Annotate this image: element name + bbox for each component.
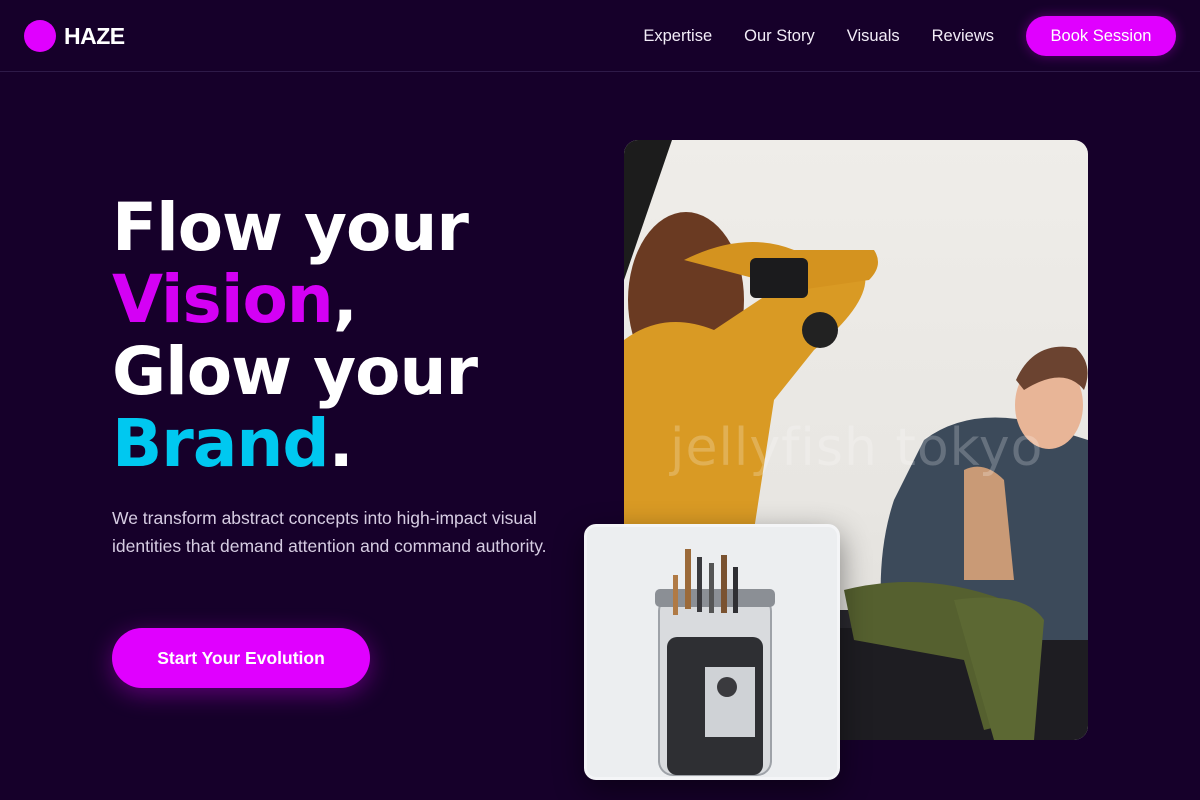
book-session-button[interactable]: Book Session xyxy=(1026,16,1176,56)
headline-period: . xyxy=(328,405,354,482)
headline-line-1: Flow your xyxy=(112,189,469,266)
brush-jar-illustration xyxy=(655,549,775,776)
nav-link-expertise[interactable]: Expertise xyxy=(643,16,712,56)
nav-link-our-story[interactable]: Our Story xyxy=(744,16,815,56)
headline-comma: , xyxy=(332,261,358,338)
main-nav: Expertise Our Story Visuals Reviews Book… xyxy=(643,16,1176,56)
start-evolution-button[interactable]: Start Your Evolution xyxy=(112,628,370,688)
brush-jar-image xyxy=(584,524,840,780)
hero-headline: Flow your Vision, Glow your Brand. xyxy=(112,189,478,480)
nav-link-reviews[interactable]: Reviews xyxy=(932,16,994,56)
headline-accent-vision: Vision xyxy=(112,261,334,338)
headline-line-3: Glow your xyxy=(112,333,478,410)
nav-link-visuals[interactable]: Visuals xyxy=(847,16,900,56)
logo-text: HAZE xyxy=(64,22,125,49)
headline-line-2: Vision, xyxy=(112,264,477,336)
logo[interactable]: HAZE xyxy=(24,20,125,52)
headline-accent-brand: Brand xyxy=(112,405,330,482)
logo-mark-icon xyxy=(24,20,56,52)
headline-line-4: Brand. xyxy=(112,408,477,480)
hero-description: We transform abstract concepts into high… xyxy=(112,508,547,556)
site-header: HAZE Expertise Our Story Visuals Reviews… xyxy=(0,0,1200,72)
watermark-text: jellyfish tokyo xyxy=(670,418,1044,478)
